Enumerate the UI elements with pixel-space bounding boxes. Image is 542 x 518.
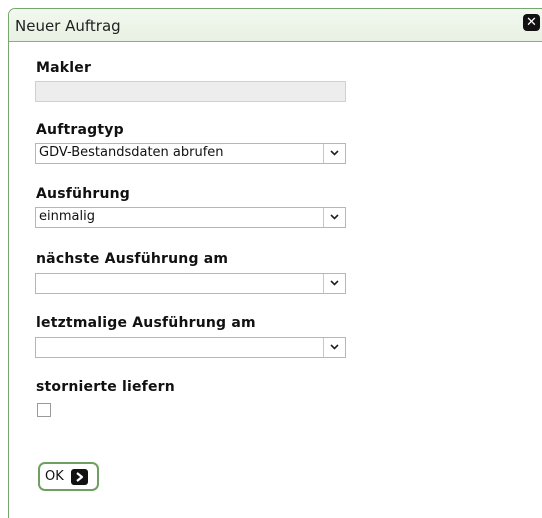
ausfuehrung-label: Ausführung [36, 186, 131, 202]
chevron-down-icon[interactable] [323, 274, 345, 293]
ok-button[interactable]: OK [38, 462, 99, 491]
auftragtyp-label: Auftragtyp [36, 122, 124, 138]
chevron-down-icon[interactable] [323, 144, 345, 163]
auftragtyp-select[interactable]: GDV-Bestandsdaten abrufen [35, 143, 346, 164]
chevron-down-icon[interactable] [323, 338, 345, 357]
dialog-title: Neuer Auftrag [15, 17, 121, 35]
makler-label: Makler [36, 60, 92, 76]
dialog-titlebar: Neuer Auftrag ✕ [9, 9, 542, 42]
ok-button-label: OK [45, 469, 64, 484]
close-icon[interactable]: ✕ [523, 14, 540, 31]
naechste-ausfuehrung-select[interactable] [35, 273, 346, 294]
chevron-down-icon[interactable] [323, 208, 345, 227]
stornierte-liefern-checkbox[interactable] [37, 403, 51, 417]
letztmalige-ausfuehrung-label: letztmalige Ausführung am [36, 315, 256, 331]
ausfuehrung-select[interactable]: einmalig [35, 207, 346, 228]
stornierte-liefern-label: stornierte liefern [36, 379, 175, 395]
makler-input [35, 81, 346, 102]
letztmalige-ausfuehrung-select[interactable] [35, 337, 346, 358]
arrow-right-icon [71, 469, 88, 485]
naechste-ausfuehrung-label: nächste Ausführung am [36, 251, 229, 267]
auftragtyp-selected: GDV-Bestandsdaten abrufen [39, 145, 224, 160]
dialog-neuer-auftrag: Neuer Auftrag ✕ Makler Auftragtyp GDV-Be… [8, 8, 542, 518]
ausfuehrung-selected: einmalig [39, 209, 95, 224]
